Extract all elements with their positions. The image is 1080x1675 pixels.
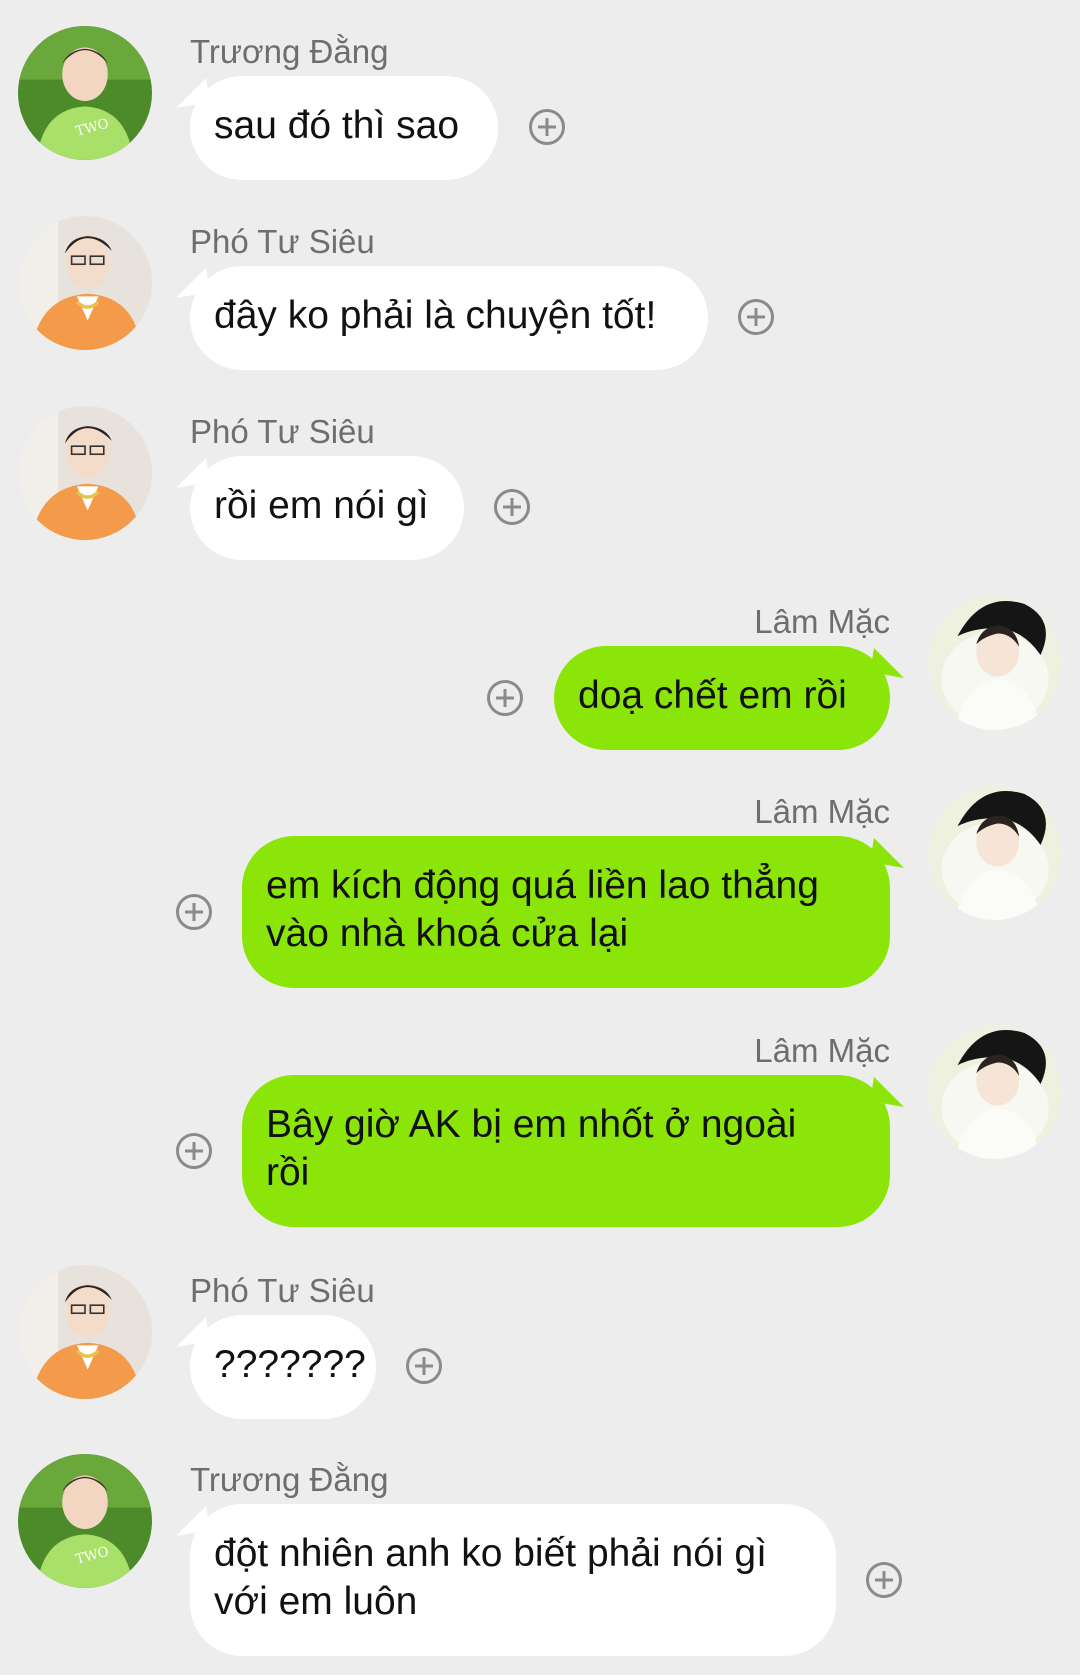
message-text: doạ chết em rồi [578, 674, 847, 717]
sender-name: Lâm Mặc [754, 1032, 890, 1069]
message-bubble[interactable]: Bây giờ AK bị em nhốt ở ngoài rồi [242, 1075, 890, 1227]
sender-name: Phó Tư Siêu [190, 223, 375, 260]
plus-circle-icon[interactable] [176, 1133, 212, 1169]
sender-name: Lâm Mặc [754, 603, 890, 640]
message-text-line: đột nhiên anh ko biết phải nói gì [214, 1532, 767, 1575]
plus-circle-icon[interactable] [494, 489, 530, 525]
plus-circle-icon[interactable] [176, 894, 212, 930]
message-text-line: Bây giờ AK bị em nhốt ở ngoài [266, 1103, 797, 1146]
plus-circle-icon[interactable] [406, 1348, 442, 1384]
plus-circle-icon[interactable] [738, 299, 774, 335]
sender-name: Trương Đằng [190, 1461, 389, 1498]
message-bubble[interactable]: sau đó thì sao [190, 76, 498, 180]
message-bubble[interactable]: đây ko phải là chuyện tốt! [190, 266, 708, 370]
avatar[interactable] [18, 406, 152, 540]
message-bubble[interactable]: đột nhiên anh ko biết phải nói gì với em… [190, 1504, 836, 1656]
message-bubble[interactable]: ??????? [190, 1315, 376, 1419]
sender-name: Trương Đằng [190, 33, 389, 70]
avatar[interactable] [928, 1025, 1062, 1159]
message-text-line: vào nhà khoá cửa lại [266, 912, 629, 955]
plus-circle-icon[interactable] [529, 109, 565, 145]
avatar[interactable] [18, 1454, 152, 1588]
sender-name: Phó Tư Siêu [190, 1272, 375, 1309]
message-bubble[interactable]: em kích động quá liền lao thẳng vào nhà … [242, 836, 890, 988]
message-text: ??????? [214, 1343, 366, 1386]
message-text-line: với em luôn [214, 1580, 418, 1623]
avatar[interactable] [18, 216, 152, 350]
message-text: sau đó thì sao [214, 104, 460, 147]
message-text-line: rồi [266, 1151, 310, 1194]
avatar[interactable] [928, 596, 1062, 730]
message-text: đây ko phải là chuyện tốt! [214, 294, 657, 337]
message-text: rồi em nói gì [214, 484, 429, 527]
plus-circle-icon[interactable] [866, 1562, 902, 1598]
avatar[interactable] [18, 26, 152, 160]
sender-name: Lâm Mặc [754, 793, 890, 830]
message-bubble[interactable]: rồi em nói gì [190, 456, 464, 560]
message-text-line: em kích động quá liền lao thẳng [266, 864, 819, 907]
avatar[interactable] [18, 1265, 152, 1399]
avatar[interactable] [928, 786, 1062, 920]
plus-circle-icon[interactable] [487, 680, 523, 716]
message-bubble[interactable]: doạ chết em rồi [554, 646, 890, 750]
sender-name: Phó Tư Siêu [190, 413, 375, 450]
